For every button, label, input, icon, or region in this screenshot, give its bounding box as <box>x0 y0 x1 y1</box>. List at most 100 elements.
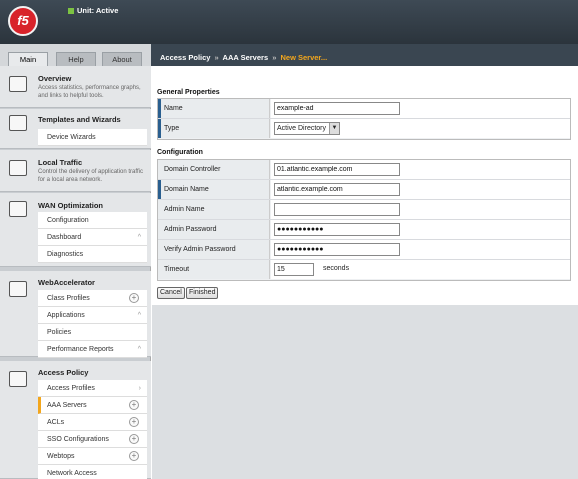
add-icon[interactable]: + <box>129 451 139 461</box>
add-icon[interactable]: + <box>129 293 139 303</box>
breadcrumb-current: New Server... <box>280 53 328 62</box>
sidebar-webaccel-title[interactable]: WebAccelerator <box>38 278 95 287</box>
type-value-cell: Active Directory ▼ <box>271 119 570 138</box>
name-input[interactable] <box>274 102 400 115</box>
sidebar-overview-desc: Access statistics, performance graphs, a… <box>38 85 141 99</box>
add-icon[interactable]: + <box>129 434 139 444</box>
admin-name-input[interactable] <box>274 203 400 216</box>
type-label: Type <box>158 119 270 138</box>
admin-name-cell <box>271 200 570 219</box>
sidebar-section-overview[interactable]: Overview Access statistics, performance … <box>0 66 151 108</box>
type-select[interactable]: Active Directory ▼ <box>274 122 340 135</box>
sidebar-local-traffic-title[interactable]: Local Traffic <box>38 158 82 167</box>
sidebar-item-label: ACLs <box>47 419 65 426</box>
domain-controller-label: Domain Controller <box>158 160 270 179</box>
local-traffic-icon <box>9 160 27 176</box>
sidebar-item-performance-reports[interactable]: Performance Reports ^ <box>38 341 147 358</box>
f5-logo: f5 <box>8 6 38 36</box>
sidebar-section-webaccelerator: WebAccelerator Class Profiles + Applicati… <box>0 271 151 358</box>
sidebar-item-policies[interactable]: Policies <box>38 324 147 341</box>
sidebar-item-sso-configurations[interactable]: SSO Configurations + <box>38 431 147 448</box>
sidebar-item-webtops[interactable]: Webtops + <box>38 448 147 465</box>
breadcrumb-aaa-servers[interactable]: AAA Servers <box>223 53 269 62</box>
sidebar-item-access-profiles[interactable]: Access Profiles › <box>38 380 147 397</box>
sidebar-local-traffic-desc: Control the delivery of application traf… <box>38 169 143 183</box>
sidebar-item-label: Dashboard <box>47 234 82 241</box>
sidebar-item-network-access[interactable]: Network Access <box>38 465 147 479</box>
sidebar-item-label: AAA Servers <box>47 402 87 409</box>
sidebar-item-label: Class Profiles <box>47 295 90 302</box>
add-icon[interactable]: + <box>129 417 139 427</box>
domain-controller-cell <box>271 160 570 179</box>
sidebar-item-acls[interactable]: ACLs + <box>38 414 147 431</box>
tab-about[interactable]: About <box>102 52 142 66</box>
sidebar-item-label: Policies <box>47 329 72 336</box>
templates-icon <box>9 115 27 131</box>
form-row-verify-password: Verify Admin Password ●●●●●●●●●●● <box>158 240 570 260</box>
timeout-input[interactable] <box>274 263 314 276</box>
breadcrumb-separator: » <box>272 53 277 62</box>
admin-password-input[interactable]: ●●●●●●●●●●● <box>274 223 400 236</box>
sidebar-item-label: Applications <box>47 312 85 319</box>
webaccelerator-icon <box>9 281 27 297</box>
finished-button[interactable]: Finished <box>186 287 219 299</box>
tab-help[interactable]: Help <box>56 52 96 66</box>
add-icon[interactable]: + <box>129 400 139 410</box>
sidebar-wan-title[interactable]: WAN Optimization <box>38 201 103 210</box>
sidebar-item-label: Access Profiles <box>47 385 95 392</box>
sidebar-item-aaa-servers[interactable]: AAA Servers + <box>38 397 147 414</box>
sidebar-item-label: Diagnostics <box>47 251 84 258</box>
sidebar-section-access-policy: Access Policy Access Profiles › AAA Serve… <box>0 361 151 479</box>
sidebar-templates-title[interactable]: Templates and Wizards <box>38 115 121 124</box>
sidebar-section-templates: Templates and Wizards Device Wizards <box>0 109 151 149</box>
name-value-cell <box>271 99 570 118</box>
name-label: Name <box>158 99 270 118</box>
verify-password-cell: ●●●●●●●●●●● <box>271 240 570 259</box>
sidebar-item-diagnostics[interactable]: Diagnostics <box>38 246 147 263</box>
status-indicator-icon <box>68 7 74 14</box>
caret-icon: ^ <box>137 234 141 241</box>
verify-password-input[interactable]: ●●●●●●●●●●● <box>274 243 400 256</box>
sidebar-item-class-profiles[interactable]: Class Profiles + <box>38 290 147 307</box>
form-row-admin-name: Admin Name <box>158 200 570 220</box>
general-properties-table: Name Type Active Directory ▼ <box>157 98 571 140</box>
timeout-cell: seconds <box>271 260 570 279</box>
sidebar-item-label: Network Access <box>47 470 97 477</box>
breadcrumb-access-policy[interactable]: Access Policy <box>160 53 210 62</box>
sidebar-item-label: Performance Reports <box>47 346 114 353</box>
breadcrumb-separator: » <box>214 53 219 62</box>
sidebar-item-applications[interactable]: Applications ^ <box>38 307 147 324</box>
tab-main[interactable]: Main <box>8 52 48 66</box>
wan-optimization-icon <box>9 201 27 217</box>
sidebar-item-label: SSO Configurations <box>47 436 109 443</box>
chevron-down-icon[interactable]: ▼ <box>329 123 339 134</box>
sidebar-item-device-wizards[interactable]: Device Wizards <box>38 129 147 146</box>
form-row-type: Type Active Directory ▼ <box>158 119 570 139</box>
domain-name-label: Domain Name <box>158 180 270 199</box>
caret-icon: ^ <box>137 312 141 319</box>
overview-icon <box>9 76 27 92</box>
form-row-admin-password: Admin Password ●●●●●●●●●●● <box>158 220 570 240</box>
domain-controller-input[interactable] <box>274 163 400 176</box>
chevron-right-icon: › <box>138 385 141 392</box>
sidebar-overview-title[interactable]: Overview <box>38 74 71 83</box>
general-properties-heading: General Properties <box>157 89 220 96</box>
type-select-value: Active Directory <box>277 125 327 132</box>
form-row-name: Name <box>158 99 570 119</box>
form-row-domain-controller: Domain Controller <box>158 160 570 180</box>
sidebar-item-label: Webtops <box>47 453 75 460</box>
domain-name-input[interactable] <box>274 183 400 196</box>
configuration-heading: Configuration <box>157 149 203 156</box>
sidebar-section-local-traffic[interactable]: Local Traffic Control the delivery of ap… <box>0 150 151 192</box>
sidebar: Overview Access statistics, performance … <box>0 66 151 479</box>
domain-name-cell <box>271 180 570 199</box>
sidebar-item-label: Configuration <box>47 217 89 224</box>
breadcrumb: Access Policy » AAA Servers » New Server… <box>160 53 327 62</box>
cancel-button[interactable]: Cancel <box>157 287 185 299</box>
access-policy-icon <box>9 371 27 387</box>
sidebar-item-dashboard[interactable]: Dashboard ^ <box>38 229 147 246</box>
sidebar-item-configuration[interactable]: Configuration <box>38 212 147 229</box>
admin-password-cell: ●●●●●●●●●●● <box>271 220 570 239</box>
configuration-table: Domain Controller Domain Name Admin Name… <box>157 159 571 281</box>
sidebar-access-policy-title[interactable]: Access Policy <box>38 368 88 377</box>
